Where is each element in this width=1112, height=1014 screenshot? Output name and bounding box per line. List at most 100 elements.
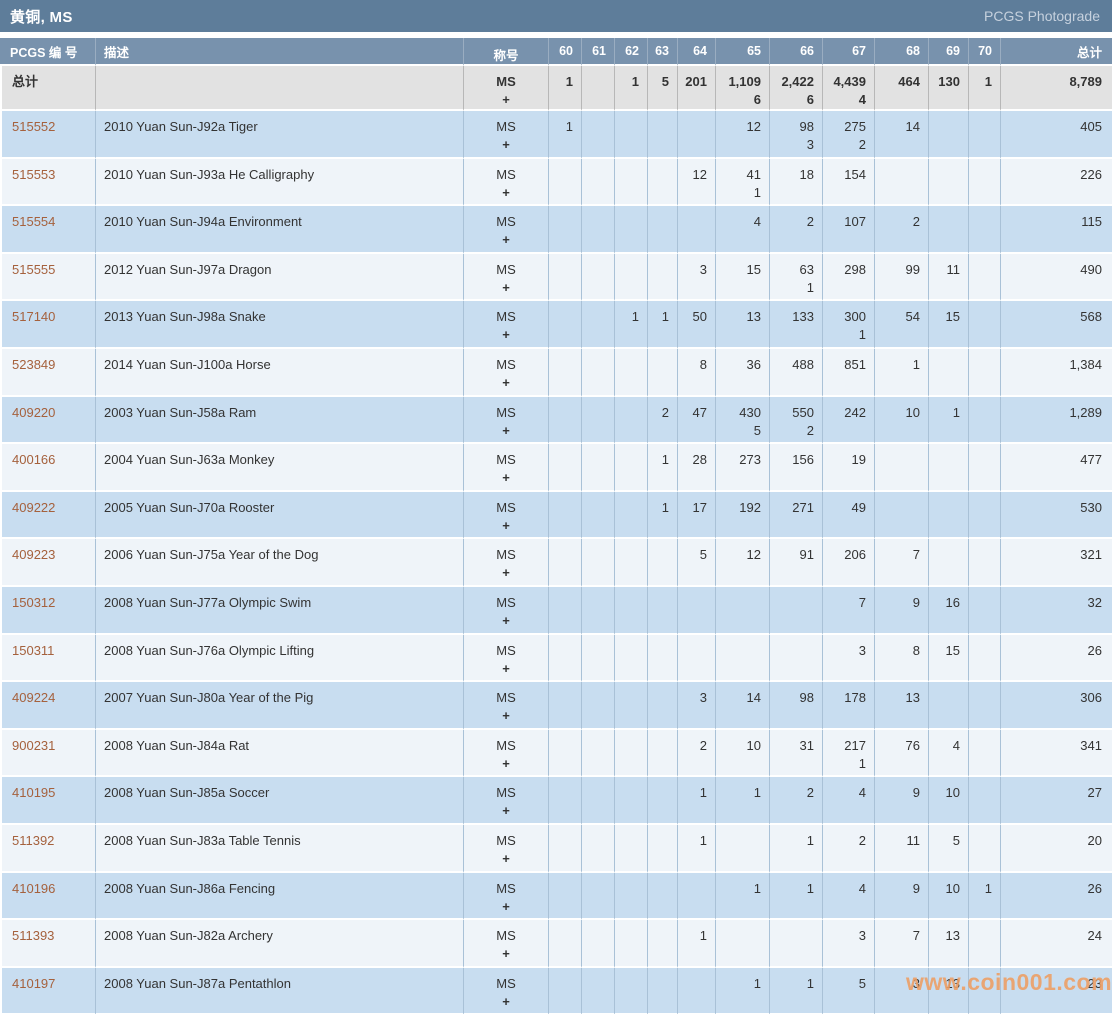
grade-62-cell: [614, 492, 647, 540]
pcgs-number-link[interactable]: 410197: [12, 976, 55, 991]
grade-60-cell: [548, 825, 581, 873]
designation-cell: MS +: [463, 111, 548, 159]
pcgs-number-link[interactable]: 409220: [12, 405, 55, 420]
grade-66-cell: 631: [769, 254, 822, 302]
grade-68-cell: 1: [874, 349, 928, 397]
grade-64-cell: 8: [677, 349, 715, 397]
designation-cell: MS +: [463, 254, 548, 302]
grade-62-cell: [614, 587, 647, 635]
grade-68-cell: 99: [874, 254, 928, 302]
grade-66-cell: 133: [769, 301, 822, 349]
pcgs-number-link[interactable]: 150312: [12, 595, 55, 610]
coin-description: 2014 Yuan Sun-J100a Horse: [95, 349, 463, 397]
grade-61-cell: [581, 825, 614, 873]
grade-62-cell: [614, 873, 647, 921]
pcgs-number-link[interactable]: 409224: [12, 690, 55, 705]
table-row: 150312 2008 Yuan Sun-J77a Olympic Swim M…: [0, 587, 1112, 635]
grade-60-cell: [548, 159, 581, 207]
grade-61-cell: [581, 492, 614, 540]
grade-66-cell: 1: [769, 968, 822, 1014]
grade-60-cell: [548, 920, 581, 968]
totals-grade-61: [581, 66, 614, 111]
grade-62-cell: [614, 397, 647, 445]
pcgs-number-link[interactable]: 400166: [12, 452, 55, 467]
totals-grade-65: 1,1096: [715, 66, 769, 111]
grade-67-cell: 4: [822, 777, 874, 825]
pcgs-number-link[interactable]: 511392: [12, 833, 54, 848]
pcgs-number-link[interactable]: 410195: [12, 785, 55, 800]
grade-64-cell: 1: [677, 920, 715, 968]
grade-64-cell: 3: [677, 254, 715, 302]
grade-70-cell: [968, 682, 1000, 730]
grade-68-cell: 3: [874, 968, 928, 1014]
totals-grade-64: 201: [677, 66, 715, 111]
photograde-link[interactable]: PCGS Photograde: [984, 8, 1100, 24]
grade-67-cell: 851: [822, 349, 874, 397]
table-row: 409220 2003 Yuan Sun-J58a Ram MS + 2 47 …: [0, 397, 1112, 445]
grade-67-cell: 3: [822, 635, 874, 683]
pcgs-number-link[interactable]: 409222: [12, 500, 55, 515]
pcgs-number-link[interactable]: 523849: [12, 357, 55, 372]
row-total-cell: 405: [1000, 111, 1112, 159]
designation-ms: MS: [464, 784, 548, 802]
grade-69-cell: 10: [928, 873, 968, 921]
grade-69-cell: 13: [928, 968, 968, 1014]
designation-cell: MS +: [463, 920, 548, 968]
coin-description: 2007 Yuan Sun-J80a Year of the Pig: [95, 682, 463, 730]
grade-65-cell: 15: [715, 254, 769, 302]
grade-63-cell: [647, 920, 677, 968]
grade-67-cell: 3001: [822, 301, 874, 349]
grade-67-cell: 2752: [822, 111, 874, 159]
designation-plus: +: [464, 326, 548, 344]
column-header-pcgs-number: PCGS 编 号: [0, 38, 95, 66]
grade-63-cell: [647, 730, 677, 778]
pcgs-number-cell: 515554: [0, 206, 95, 254]
designation-plus: +: [464, 374, 548, 392]
pcgs-number-link[interactable]: 515552: [12, 119, 55, 134]
pcgs-number-link[interactable]: 517140: [12, 309, 55, 324]
pcgs-number-cell: 523849: [0, 349, 95, 397]
designation-plus: +: [464, 517, 548, 535]
grade-60-cell: [548, 492, 581, 540]
pcgs-number-link[interactable]: 900231: [12, 738, 55, 753]
grade-62-cell: [614, 206, 647, 254]
designation-cell: MS +: [463, 968, 548, 1014]
pcgs-number-link[interactable]: 515554: [12, 214, 55, 229]
grade-60-cell: [548, 301, 581, 349]
grade-60-cell: [548, 349, 581, 397]
column-header-grade-67: 67: [822, 38, 874, 66]
pcgs-number-link[interactable]: 410196: [12, 881, 55, 896]
pcgs-number-cell: 410195: [0, 777, 95, 825]
pcgs-number-link[interactable]: 409223: [12, 547, 55, 562]
designation-plus: +: [464, 564, 548, 582]
designation-cell: MS +: [463, 873, 548, 921]
coin-description: 2008 Yuan Sun-J77a Olympic Swim: [95, 587, 463, 635]
grade-68-cell: 2: [874, 206, 928, 254]
grade-63-cell: [647, 349, 677, 397]
grade-68-cell: 9: [874, 873, 928, 921]
column-header-description: 描述: [95, 38, 463, 66]
coin-description: 2008 Yuan Sun-J82a Archery: [95, 920, 463, 968]
designation-ms: MS: [464, 546, 548, 564]
designation-plus: +: [464, 850, 548, 868]
pcgs-number-link[interactable]: 515555: [12, 262, 55, 277]
page-title: 黄铜, MS: [10, 6, 73, 27]
designation-plus: +: [464, 422, 548, 440]
row-total-cell: 321: [1000, 539, 1112, 587]
column-header-designation: 称号: [463, 38, 548, 66]
grade-67-cell: 5: [822, 968, 874, 1014]
grade-61-cell: [581, 111, 614, 159]
grade-61-cell: [581, 920, 614, 968]
coin-description: 2008 Yuan Sun-J87a Pentathlon: [95, 968, 463, 1014]
grade-61-cell: [581, 254, 614, 302]
grade-66-cell: 18: [769, 159, 822, 207]
column-header-grade-62: 62: [614, 38, 647, 66]
row-total-cell: 23: [1000, 968, 1112, 1014]
designation-ms: MS: [464, 166, 548, 184]
grade-70-cell: [968, 777, 1000, 825]
grade-63-cell: [647, 968, 677, 1014]
pcgs-number-link[interactable]: 515553: [12, 167, 55, 182]
pcgs-number-link[interactable]: 150311: [12, 643, 54, 658]
pcgs-number-link[interactable]: 511393: [12, 928, 54, 943]
row-total-cell: 27: [1000, 777, 1112, 825]
